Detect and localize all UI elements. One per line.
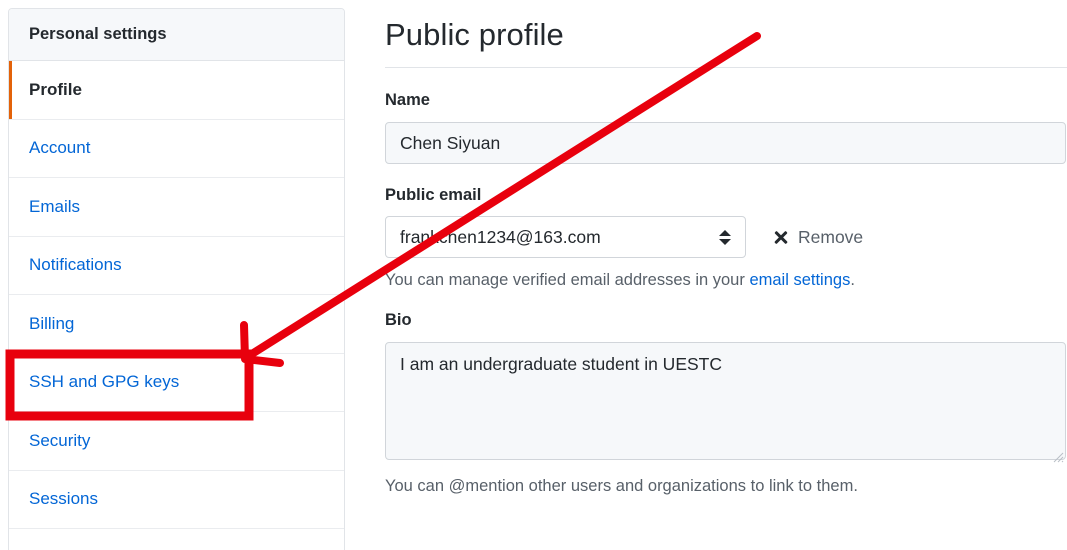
sidebar-item-notifications[interactable]: Notifications [9, 236, 344, 295]
public-email-selected-value: frankchen1234@163.com [400, 226, 601, 247]
personal-settings-sidebar: Personal settings Profile Account Emails… [8, 8, 345, 550]
name-field-group: Name [385, 91, 1067, 164]
sidebar-header: Personal settings [9, 9, 344, 61]
sidebar-item-billing[interactable]: Billing [9, 295, 344, 354]
sidebar-item-sessions[interactable]: Sessions [9, 470, 344, 529]
name-label: Name [385, 91, 430, 109]
public-email-field-group: Public email frankchen1234@163.com Remov… [385, 186, 1067, 290]
sidebar-item-label: Billing [29, 313, 75, 333]
public-email-select[interactable]: frankchen1234@163.com [385, 216, 746, 258]
helper-suffix: . [850, 271, 855, 289]
sidebar-item-clipped[interactable] [9, 529, 344, 550]
bio-helper-text: You can @mention other users and organiz… [385, 477, 858, 495]
chevron-up-down-icon [719, 227, 731, 247]
bio-label: Bio [385, 311, 412, 329]
email-settings-link[interactable]: email settings [749, 271, 850, 289]
sidebar-item-account[interactable]: Account [9, 119, 344, 178]
sidebar-item-label: SSH and GPG keys [29, 372, 180, 392]
public-profile-panel: Public profile Name Public email frankch… [385, 0, 1067, 550]
sidebar-item-label: Notifications [29, 255, 122, 275]
sidebar-item-label: Emails [29, 196, 81, 216]
bio-field-group: Bio You can @mention other users and org… [385, 311, 1066, 496]
remove-button-label: Remove [798, 226, 864, 247]
sidebar-item-ssh-and-gpg-keys[interactable]: SSH and GPG keys [9, 353, 344, 412]
public-email-helper-text: You can manage verified email addresses … [385, 271, 1067, 290]
sidebar-item-label: Security [29, 430, 91, 450]
sidebar-item-label: Profile [29, 79, 82, 99]
sidebar-item-label: Account [29, 138, 91, 158]
bio-textarea[interactable] [385, 342, 1066, 460]
public-email-label: Public email [385, 186, 482, 204]
title-divider [385, 67, 1067, 68]
name-input[interactable] [385, 122, 1066, 164]
settings-page: Personal settings Profile Account Emails… [0, 0, 1067, 550]
remove-public-email-button[interactable]: Remove [772, 227, 863, 248]
x-icon [772, 229, 789, 246]
sidebar-item-profile[interactable]: Profile [9, 61, 344, 120]
sidebar-item-label: Sessions [29, 489, 98, 509]
helper-prefix: You can manage verified email addresses … [385, 271, 750, 289]
page-title: Public profile [385, 17, 564, 52]
sidebar-item-security[interactable]: Security [9, 412, 344, 471]
sidebar-item-emails[interactable]: Emails [9, 178, 344, 237]
